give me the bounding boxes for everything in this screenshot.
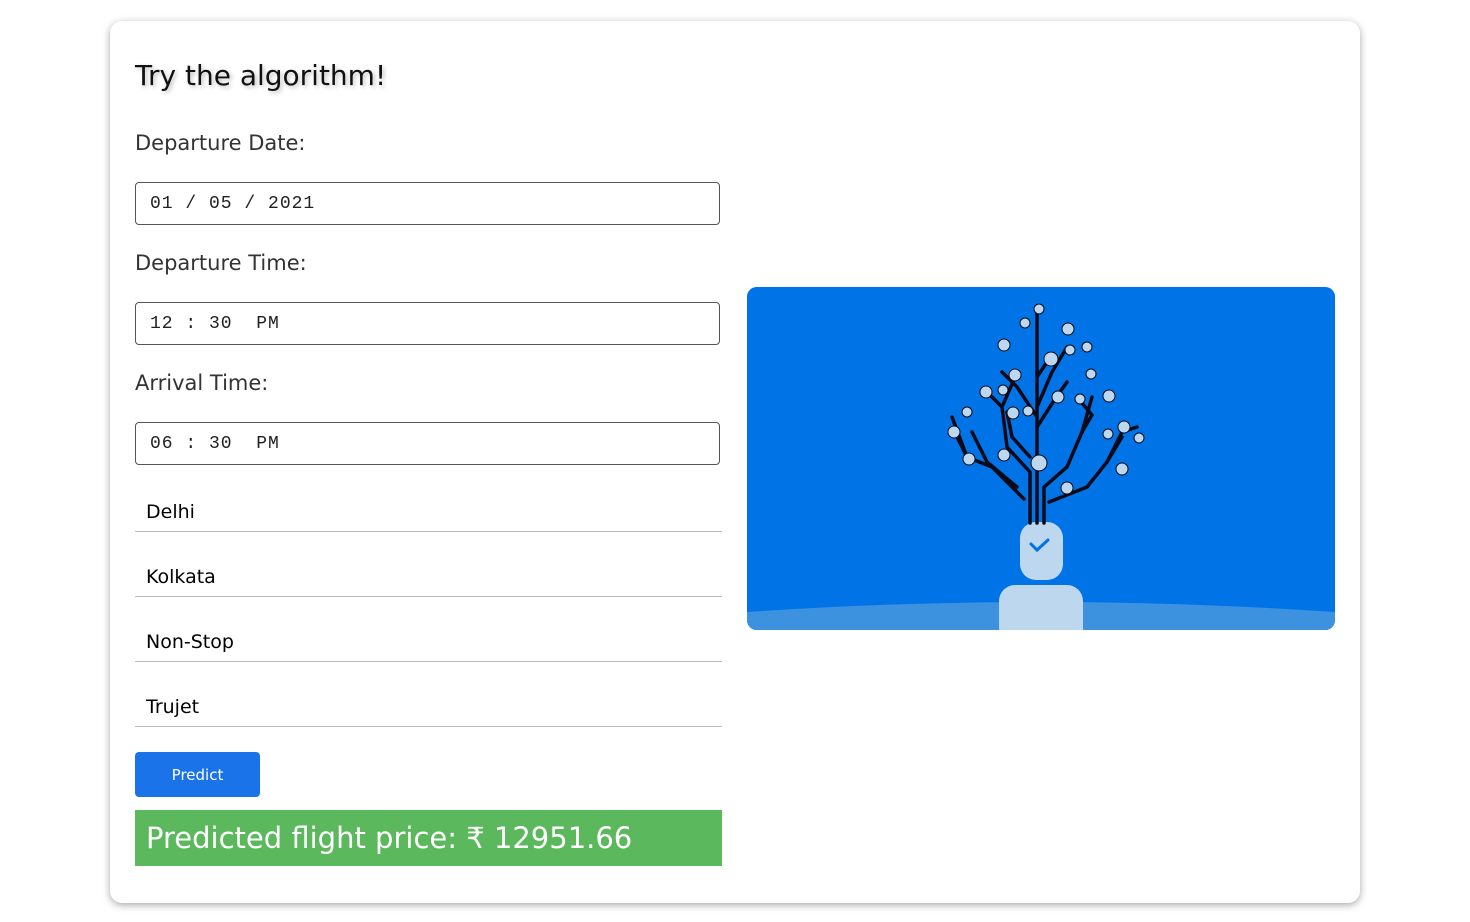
- arrival-time-label: Arrival Time:: [135, 371, 269, 395]
- departure-date-label: Departure Date:: [135, 131, 306, 155]
- source-select[interactable]: Delhi: [135, 492, 722, 532]
- airline-select[interactable]: Trujet: [135, 687, 722, 727]
- page-title: Try the algorithm!: [135, 59, 387, 92]
- predicted-price-banner: Predicted flight price: ₹ 12951.66: [135, 810, 722, 866]
- stops-select[interactable]: Non-Stop: [135, 622, 722, 662]
- destination-select[interactable]: Kolkata: [135, 557, 722, 597]
- arrival-time-input[interactable]: 06 : 30 PM: [135, 422, 720, 465]
- departure-date-input[interactable]: 01 / 05 / 2021: [135, 182, 720, 225]
- algorithm-tree-illustration: [747, 287, 1335, 630]
- predictor-card: Try the algorithm! Departure Date: 01 / …: [110, 21, 1360, 903]
- departure-time-label: Departure Time:: [135, 251, 307, 275]
- departure-time-input[interactable]: 12 : 30 PM: [135, 302, 720, 345]
- tree-head-icon: [747, 287, 1335, 630]
- predict-button[interactable]: Predict: [135, 752, 260, 797]
